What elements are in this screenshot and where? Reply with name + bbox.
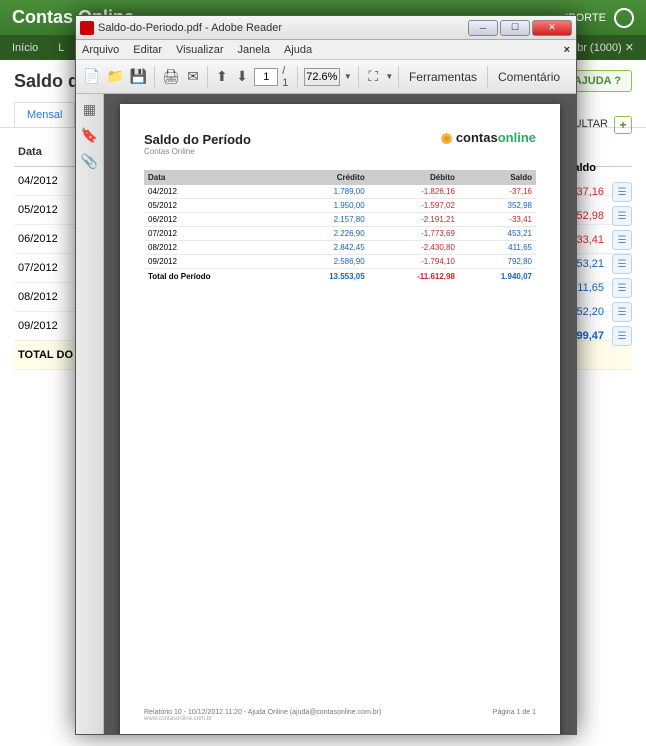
menu-ajuda[interactable]: Ajuda: [284, 44, 312, 56]
comentario-button[interactable]: Comentário: [487, 66, 570, 88]
doc-logo: ◉ contasonline: [441, 130, 536, 146]
pdf-page: Saldo do Período Contas Online ◉ contaso…: [120, 104, 560, 734]
thumbnails-icon[interactable]: ▦: [81, 100, 99, 118]
side-panel: ▦ 🔖 📎: [76, 94, 104, 734]
pdf-body: ▦ 🔖 📎 Saldo do Período Contas Online ◉ c…: [76, 94, 576, 734]
list-icon[interactable]: ☰: [612, 254, 632, 274]
list-icon[interactable]: ☰: [612, 326, 632, 346]
th-saldo: Saldo: [459, 170, 536, 185]
table-row: 09/20122.586,90-1.794,10792,80: [144, 255, 536, 269]
fullscreen-icon[interactable]: ⛶: [365, 66, 381, 88]
page-viewport[interactable]: Saldo do Período Contas Online ◉ contaso…: [104, 94, 576, 734]
list-icon[interactable]: ☰: [612, 206, 632, 226]
list-icon[interactable]: ☰: [612, 182, 632, 202]
nav-inicio[interactable]: Início: [12, 42, 38, 54]
add-button[interactable]: +: [614, 116, 632, 134]
nav-l[interactable]: L: [58, 42, 64, 54]
th-data: Data: [144, 170, 283, 185]
zoom-display[interactable]: 72.6%: [304, 68, 340, 86]
menu-arquivo[interactable]: Arquivo: [82, 44, 119, 56]
page-total: / 1: [282, 65, 291, 89]
menubar: Arquivo Editar Visualizar Janela Ajuda ×: [76, 40, 576, 60]
th-debito: Débito: [369, 170, 459, 185]
list-icon[interactable]: ☰: [612, 278, 632, 298]
open-icon[interactable]: 📁: [105, 66, 124, 88]
view-dropdown-icon[interactable]: ▼: [385, 72, 394, 81]
page-up-icon[interactable]: ⬆: [214, 66, 230, 88]
window-title: Saldo-do-Periodo.pdf - Adobe Reader: [98, 22, 282, 34]
save-icon[interactable]: 💾: [129, 66, 148, 88]
doc-subtitle: Contas Online: [144, 147, 536, 156]
export-pdf-icon[interactable]: 📄: [82, 66, 101, 88]
minimize-button[interactable]: ─: [468, 20, 498, 36]
menu-visualizar[interactable]: Visualizar: [176, 44, 224, 56]
tab-mensal[interactable]: Mensal: [14, 102, 75, 127]
footer-url: www.contasonline.com.br: [144, 716, 381, 722]
list-icon[interactable]: ☰: [612, 302, 632, 322]
toolbar: 📄 📁 💾 🖨 ✉ ⬆ ⬇ / 1 72.6% ▼ ⛶ ▼ Ferramenta…: [76, 60, 576, 94]
table-row: 07/20122.226,90-1.773,69453,21: [144, 227, 536, 241]
footer-page: Página 1 de 1: [493, 709, 536, 722]
attachment-icon[interactable]: 📎: [81, 152, 99, 170]
list-icon[interactable]: ☰: [612, 230, 632, 250]
th-credito: Crédito: [283, 170, 369, 185]
pdf-window: Saldo-do-Periodo.pdf - Adobe Reader ─ ☐ …: [75, 15, 577, 735]
bookmark-icon[interactable]: 🔖: [81, 126, 99, 144]
zoom-dropdown-icon[interactable]: ▼: [344, 72, 353, 81]
menu-editar[interactable]: Editar: [133, 44, 162, 56]
print-icon[interactable]: 🖨: [161, 66, 181, 88]
close-button[interactable]: ✕: [532, 20, 572, 36]
doc-table: Data Crédito Débito Saldo 04/20121.789,0…: [144, 170, 536, 283]
footer-info: Relatório 10 - 10/12/2012 11:20 - Ajuda …: [144, 709, 381, 716]
brand-icon: [614, 8, 634, 28]
window-titlebar[interactable]: Saldo-do-Periodo.pdf - Adobe Reader ─ ☐ …: [76, 16, 576, 40]
doc-close-button[interactable]: ×: [564, 44, 570, 56]
table-row: 06/20122.157,80-2.191,21-33,41: [144, 213, 536, 227]
email-icon[interactable]: ✉: [185, 66, 201, 88]
total-row: Total do Período13.553,05-11.612,981.940…: [144, 269, 536, 284]
menu-janela[interactable]: Janela: [238, 44, 270, 56]
page-input[interactable]: [254, 68, 278, 86]
adobe-icon: [80, 21, 94, 35]
ferramentas-button[interactable]: Ferramentas: [398, 66, 487, 88]
doc-footer: Relatório 10 - 10/12/2012 11:20 - Ajuda …: [144, 709, 536, 722]
table-row: 05/20121.950,00-1.597,02352,98: [144, 199, 536, 213]
maximize-button[interactable]: ☐: [500, 20, 530, 36]
table-row: 04/20121.789,00-1.826,16-37,16: [144, 185, 536, 199]
table-row: 08/20122.842,45-2.430,80411,65: [144, 241, 536, 255]
page-down-icon[interactable]: ⬇: [234, 66, 250, 88]
